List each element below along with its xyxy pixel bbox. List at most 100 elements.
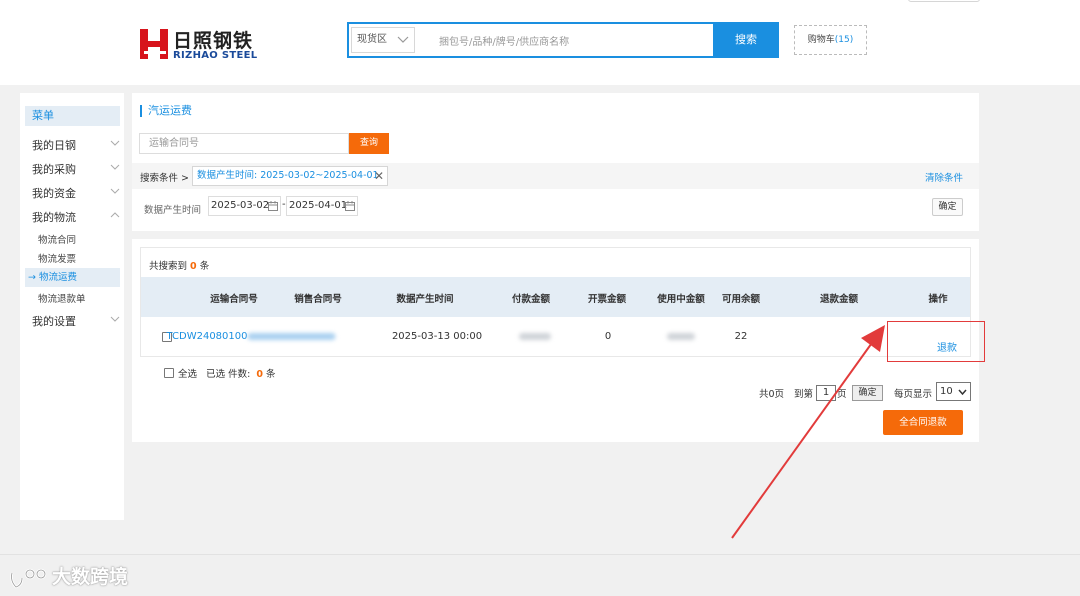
chevron-down-icon: [110, 140, 120, 146]
available-balance-cell: 22: [734, 331, 748, 342]
date-range-label: 数据产生时间: [144, 205, 202, 216]
cart-button[interactable]: 购物车(15): [794, 25, 867, 55]
per-page-value: 10: [940, 386, 953, 397]
top-right-button[interactable]: [908, 0, 980, 2]
pager-page-suffix: 页: [837, 389, 847, 400]
watermark: 大数跨境: [8, 562, 128, 590]
date-from-value: 2025-03-02: [211, 200, 270, 211]
results-table: 共搜索到 0 条 运输合同号 销售合同号 数据产生时间 付款金额 开票金额 使用…: [140, 247, 971, 357]
conditions-label: 搜索条件 >: [140, 173, 189, 184]
total-prefix: 共搜索到: [149, 261, 188, 272]
total-suffix: 条: [199, 261, 210, 272]
invoiced-amount-cell: 0: [604, 331, 612, 342]
watermark-text: 大数跨境: [52, 566, 129, 588]
search-conditions-bar: 搜索条件 > 数据产生时间: 2025-03-02~2025-04-01 ✕ 清…: [132, 163, 979, 189]
calendar-icon: [268, 201, 278, 211]
table-header: 运输合同号 销售合同号 数据产生时间 付款金额 开票金额 使用中金额 可用余额 …: [141, 277, 970, 317]
sidebar-item-my-funds[interactable]: 我的资金: [32, 185, 120, 201]
pager-confirm-button[interactable]: 确定: [852, 385, 883, 401]
per-page-label: 每页显示: [894, 389, 933, 400]
results-panel: 共搜索到 0 条 运输合同号 销售合同号 数据产生时间 付款金额 开票金额 使用…: [132, 239, 985, 442]
arrow-right-icon: →: [28, 272, 39, 283]
sidebar-subitem-label: 物流运费: [38, 272, 77, 283]
logo-mark-icon: [140, 29, 170, 59]
condition-tag: 数据产生时间: 2025-03-02~2025-04-01 ✕: [192, 166, 388, 186]
pager-total-pages: 共0页: [759, 389, 785, 400]
sidebar-subitem-logistics-invoice[interactable]: 物流发票: [38, 251, 76, 265]
page-number-input[interactable]: 1: [816, 385, 836, 401]
per-page-select[interactable]: 10: [936, 382, 971, 401]
query-button[interactable]: 查询: [349, 133, 389, 154]
col-transport-contract: 运输合同号: [210, 294, 258, 305]
sidebar-subitem-logistics-freight[interactable]: → 物流运费: [25, 268, 120, 287]
sidebar-subitem-logistics-refund[interactable]: 物流退款单: [38, 291, 86, 305]
total-count-text: 共搜索到 0 条: [149, 258, 209, 272]
sidebar-item-label: 我的设置: [32, 315, 76, 328]
contract-number-input[interactable]: 运输合同号: [139, 133, 349, 154]
annotation-highlight-box: [887, 321, 985, 362]
in-use-amount-cell: [667, 331, 695, 342]
chevron-down-icon: [958, 389, 967, 396]
sidebar-menu: 菜单 我的日钢 我的采购 我的资金 我的物流 物流合同 物流发票 → 物流运费 …: [20, 93, 124, 520]
confirm-date-button[interactable]: 确定: [932, 198, 963, 216]
chevron-down-icon: [110, 316, 120, 322]
chevron-up-icon: [110, 212, 120, 218]
chevron-down-icon: [110, 164, 120, 170]
transport-contract-value: TCDW24080100: [166, 331, 248, 342]
transport-contract-link[interactable]: TCDW24080100: [167, 331, 336, 342]
chevron-down-icon: [397, 36, 409, 43]
col-paid-amount: 付款金额: [511, 294, 551, 305]
filter-panel: 汽运运费 运输合同号 查询 搜索条件 > 数据产生时间: 2025-03-02~…: [132, 93, 979, 231]
col-available-balance: 可用余额: [721, 294, 761, 305]
selected-suffix: 条: [266, 369, 276, 380]
col-sales-contract: 销售合同号: [294, 294, 342, 305]
sidebar-item-my-purchase[interactable]: 我的采购: [32, 161, 120, 177]
date-from-input[interactable]: 2025-03-02: [208, 196, 281, 216]
page-title: 汽运运费: [140, 105, 192, 117]
redacted-text: [247, 332, 336, 340]
sidebar-item-label: 我的日钢: [32, 139, 76, 152]
search-input[interactable]: 捆包号/品种/牌号/供应商名称: [439, 33, 569, 48]
sidebar-subitem-logistics-contract[interactable]: 物流合同: [38, 232, 76, 246]
top-header: 日照钢铁 RIZHAO STEEL 现货区 捆包号/品种/牌号/供应商名称 搜索…: [0, 0, 1080, 85]
pager-goto-prefix: 到第: [794, 389, 814, 400]
date-to-input[interactable]: 2025-04-01: [286, 196, 358, 216]
watermark-logo-icon: [10, 568, 47, 588]
sidebar-item-label: 我的物流: [32, 211, 76, 224]
condition-tag-text: 数据产生时间: 2025-03-02~2025-04-01: [197, 170, 379, 181]
cart-label: 购物车: [807, 35, 835, 45]
logo-text-cn: 日照钢铁: [173, 30, 254, 52]
date-to-value: 2025-04-01: [289, 200, 348, 211]
sidebar-item-my-rigang[interactable]: 我的日钢: [32, 137, 120, 153]
close-icon[interactable]: ✕: [374, 167, 384, 185]
zone-select[interactable]: 现货区: [351, 27, 415, 53]
created-time-cell: 2025-03-13 00:00: [391, 331, 483, 342]
select-all-checkbox[interactable]: [164, 368, 174, 378]
selected-prefix: 已选 件数:: [206, 369, 251, 380]
col-action: 操作: [928, 294, 948, 305]
clear-conditions-link[interactable]: 清除条件: [925, 170, 963, 184]
zone-select-value: 现货区: [357, 34, 387, 45]
logo-text-en: RIZHAO STEEL: [173, 50, 258, 61]
sidebar-item-label: 我的采购: [32, 163, 76, 176]
paid-amount-cell: [519, 331, 551, 342]
col-in-use-amount: 使用中金额: [657, 294, 705, 305]
selected-count: 0: [256, 369, 263, 380]
search-bar: 现货区 捆包号/品种/牌号/供应商名称 搜索: [347, 22, 779, 58]
select-all-row: 全选 已选 件数: 0 条: [178, 366, 276, 380]
full-contract-refund-button[interactable]: 全合同退款: [883, 410, 963, 435]
total-count: 0: [190, 261, 197, 272]
cart-count: (15): [834, 35, 854, 45]
col-created-time: 数据产生时间: [396, 294, 454, 305]
select-all-label[interactable]: 全选: [178, 369, 197, 380]
sidebar-item-my-settings[interactable]: 我的设置: [32, 313, 120, 329]
rizhao-steel-logo[interactable]: 日照钢铁 RIZHAO STEEL: [140, 26, 260, 62]
sidebar-header: 菜单: [25, 106, 120, 126]
calendar-icon: [345, 201, 355, 211]
search-button[interactable]: 搜索: [713, 22, 779, 58]
col-refund-amount: 退款金额: [819, 294, 859, 305]
redacted-text: [519, 332, 551, 340]
redacted-text: [667, 332, 695, 340]
col-invoiced-amount: 开票金额: [587, 294, 627, 305]
sidebar-item-my-logistics[interactable]: 我的物流: [32, 209, 120, 225]
